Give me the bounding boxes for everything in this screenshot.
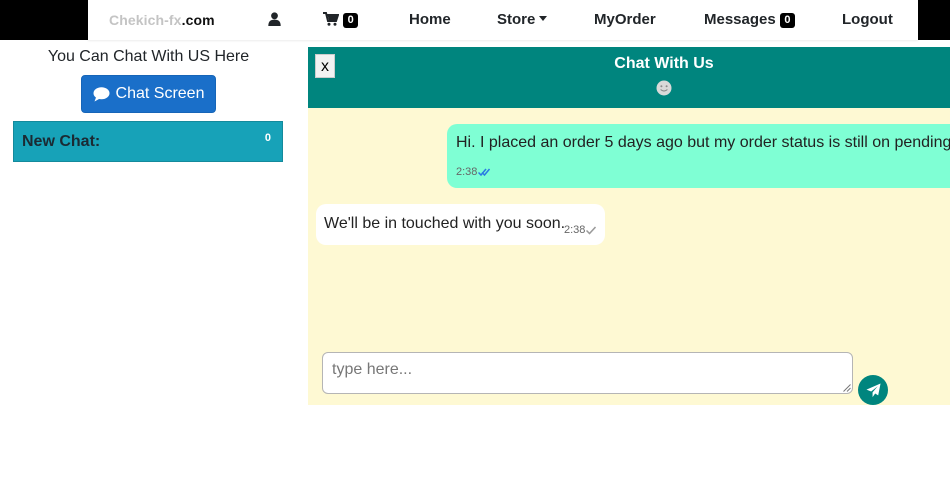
comment-icon bbox=[93, 86, 110, 101]
chat-screen-button[interactable]: Chat Screen bbox=[81, 75, 216, 113]
smiley-icon bbox=[656, 80, 672, 96]
nav-store-label: Store bbox=[497, 11, 536, 28]
send-button[interactable] bbox=[858, 375, 888, 405]
nav-myorder[interactable]: MyOrder bbox=[594, 0, 656, 40]
chat-screen-button-label: Chat Screen bbox=[115, 85, 205, 102]
message-input[interactable] bbox=[322, 352, 853, 394]
outgoing-message-time: 2:38 bbox=[456, 166, 491, 178]
incoming-message-text: We'll be in touched with you soon. bbox=[324, 215, 566, 232]
cart-icon bbox=[323, 12, 340, 26]
chat-panel: x Chat With Us Hi. I placed an order 5 d… bbox=[308, 47, 950, 405]
new-chat-item[interactable]: New Chat: 0 bbox=[13, 121, 283, 162]
chat-header: x Chat With Us bbox=[308, 47, 950, 108]
user-icon bbox=[268, 12, 281, 26]
top-bar: Chekich-fx.com 0 Home Store MyOrder Mess… bbox=[0, 0, 950, 40]
messages-count-badge: 0 bbox=[779, 13, 795, 28]
outgoing-time-label: 2:38 bbox=[456, 166, 478, 178]
nav-messages[interactable]: Messages 0 bbox=[704, 0, 795, 40]
cart-link[interactable]: 0 bbox=[323, 0, 359, 40]
incoming-time-label: 2:38 bbox=[564, 224, 586, 236]
brand-prefix: Chekich-fx bbox=[109, 12, 182, 28]
check-icon bbox=[586, 226, 597, 235]
brand-suffix: .com bbox=[181, 12, 215, 28]
nav-logout[interactable]: Logout bbox=[842, 0, 893, 40]
navbar: Chekich-fx.com 0 Home Store MyOrder Mess… bbox=[88, 0, 918, 40]
double-check-icon bbox=[478, 168, 491, 177]
cart-count-badge: 0 bbox=[343, 13, 359, 28]
caret-down-icon bbox=[539, 16, 548, 21]
resize-grip-icon[interactable] bbox=[843, 384, 851, 392]
brand-logo[interactable]: Chekich-fx.com bbox=[109, 0, 215, 40]
new-chat-label: New Chat: bbox=[22, 133, 101, 150]
incoming-message-time: 2:38 bbox=[564, 224, 597, 236]
incoming-message: We'll be in touched with you soon. 2:38 bbox=[316, 204, 605, 245]
chat-intro-text: You Can Chat With US Here bbox=[47, 48, 250, 65]
user-profile-link[interactable] bbox=[268, 0, 281, 40]
paper-plane-icon bbox=[865, 382, 881, 397]
nav-store[interactable]: Store bbox=[497, 0, 548, 40]
chat-title: Chat With Us bbox=[614, 55, 714, 72]
outgoing-message-text: Hi. I placed an order 5 days ago but my … bbox=[456, 134, 950, 151]
nav-home[interactable]: Home bbox=[409, 0, 451, 40]
nav-messages-label: Messages bbox=[704, 11, 776, 28]
new-chat-count: 0 bbox=[264, 132, 271, 144]
outgoing-message: Hi. I placed an order 5 days ago but my … bbox=[447, 124, 950, 188]
